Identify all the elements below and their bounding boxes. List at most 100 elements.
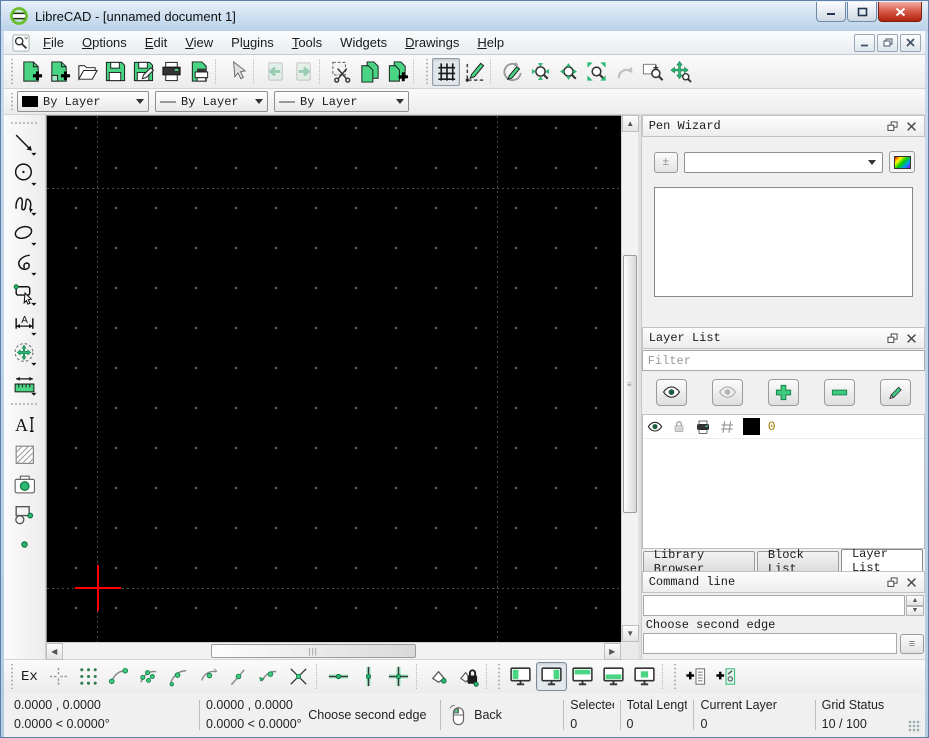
print-preview-button[interactable] (185, 58, 213, 86)
document-system-icon[interactable] (12, 34, 30, 52)
move-rotate-tool-button[interactable] (8, 338, 40, 368)
cut-button[interactable] (327, 58, 355, 86)
pen-wizard-color-button[interactable] (889, 151, 915, 173)
pen-wizard-titlebar[interactable]: Pen Wizard (642, 115, 925, 137)
layer-color-swatch[interactable] (743, 418, 760, 435)
menu-options[interactable]: Options (73, 32, 136, 53)
scroll-down-button[interactable]: ▼ (622, 625, 639, 642)
line-tool-button[interactable] (8, 128, 40, 158)
pen-wizard-combobox[interactable] (684, 152, 883, 173)
dock-bottom-button[interactable] (598, 662, 629, 691)
menu-help[interactable]: Help (468, 32, 513, 53)
layer-construction-icon[interactable] (719, 419, 735, 435)
mdi-minimize-button[interactable] (854, 34, 875, 52)
pen-wizard-expand-button[interactable]: ± (654, 152, 678, 173)
menu-drawings[interactable]: Drawings (396, 32, 468, 53)
point-tool-button[interactable] (8, 529, 40, 559)
menu-widgets[interactable]: Widgets (331, 32, 396, 53)
toolbar-handle[interactable] (423, 59, 430, 84)
tab-library-browser[interactable]: Library Browser (643, 551, 755, 571)
toolbar-handle[interactable] (672, 664, 679, 689)
show-all-layers-button[interactable] (656, 379, 687, 406)
close-button[interactable] (878, 2, 922, 22)
modify-tool-button[interactable] (8, 278, 40, 308)
scroll-left-button[interactable]: ◀ (46, 643, 63, 660)
redo-button[interactable] (289, 58, 317, 86)
close-panel-icon[interactable] (905, 120, 918, 133)
vertical-scroll-thumb[interactable]: ≡ (623, 255, 637, 513)
menu-file[interactable]: File (34, 32, 73, 53)
snap-center-button[interactable] (194, 663, 224, 691)
create-menu-button[interactable] (681, 663, 711, 691)
previous-view-button[interactable] (610, 58, 638, 86)
draft-ortho-button[interactable] (460, 58, 488, 86)
layer-print-icon[interactable] (695, 419, 711, 435)
ellipse-tool-button[interactable] (8, 218, 40, 248)
auto-zoom-button[interactable] (582, 58, 610, 86)
drawing-canvas[interactable] (46, 115, 621, 642)
polyline-tool-button[interactable] (8, 248, 40, 278)
menu-plugins[interactable]: Plugins (222, 32, 283, 53)
toolbar-handle[interactable] (8, 93, 15, 110)
create-toolbar-button[interactable] (711, 663, 741, 691)
restrict-vertical-button[interactable] (354, 663, 384, 691)
undo-button[interactable] (261, 58, 289, 86)
open-file-button[interactable] (73, 58, 101, 86)
new-document-button[interactable] (17, 58, 45, 86)
zoom-out-button[interactable] (554, 58, 582, 86)
paste-button[interactable] (383, 58, 411, 86)
zoom-window-button[interactable] (638, 58, 666, 86)
toolbar-handle[interactable] (8, 59, 15, 84)
spline-tool-button[interactable] (8, 188, 40, 218)
restrict-horizontal-button[interactable] (324, 663, 354, 691)
mdi-close-button[interactable] (900, 34, 921, 52)
toolbar-handle[interactable] (11, 400, 37, 407)
dock-right-button[interactable] (536, 662, 567, 691)
layer-name[interactable]: 0 (768, 419, 776, 434)
spin-down-button[interactable]: ▼ (906, 606, 924, 617)
hide-all-layers-button[interactable] (712, 379, 743, 406)
mdi-restore-button[interactable] (877, 34, 898, 52)
layer-filter-input[interactable] (642, 350, 925, 371)
spin-up-button[interactable]: ▲ (906, 595, 924, 606)
circle-tool-button[interactable] (8, 158, 40, 188)
snap-endpoint-button[interactable] (104, 663, 134, 691)
snap-grid-button[interactable] (74, 663, 104, 691)
dock-left-button[interactable] (505, 662, 536, 691)
tab-block-list[interactable]: Block List (757, 551, 839, 571)
minimize-button[interactable] (816, 2, 846, 22)
menu-view[interactable]: View (176, 32, 222, 53)
print-button[interactable] (157, 58, 185, 86)
modify-layer-button[interactable] (880, 379, 911, 406)
float-panel-icon[interactable] (886, 332, 899, 345)
save-as-button[interactable] (129, 58, 157, 86)
lock-relative-zero-button[interactable] (454, 663, 484, 691)
snap-distance-button[interactable] (254, 663, 284, 691)
color-combobox[interactable]: By Layer (17, 91, 149, 112)
dock-top-button[interactable] (567, 662, 598, 691)
selection-pointer-button[interactable] (223, 58, 251, 86)
grid-toggle-button[interactable] (432, 58, 460, 86)
snap-free-button[interactable] (44, 663, 74, 691)
layer-table[interactable]: 0 (642, 414, 925, 549)
toolbar-handle[interactable] (496, 664, 503, 689)
copy-button[interactable] (355, 58, 383, 86)
remove-layer-button[interactable] (824, 379, 855, 406)
command-history[interactable] (643, 595, 905, 616)
measure-tool-button[interactable] (8, 368, 40, 398)
horizontal-scroll-thumb[interactable]: ||| (211, 644, 416, 658)
command-options-button[interactable]: ≡ (900, 634, 924, 654)
layer-visible-icon[interactable] (647, 419, 663, 435)
horizontal-scrollbar[interactable]: ◀ ||| ▶ (46, 642, 621, 659)
dimension-tool-button[interactable]: A (8, 308, 40, 338)
zoom-pan-button[interactable] (666, 58, 694, 86)
float-panel-icon[interactable] (886, 120, 899, 133)
command-input[interactable] (643, 633, 897, 654)
block-tool-button[interactable] (8, 499, 40, 529)
scroll-up-button[interactable]: ▲ (622, 115, 639, 132)
snap-on-entity-button[interactable] (164, 663, 194, 691)
menu-edit[interactable]: Edit (136, 32, 176, 53)
hatch-tool-button[interactable] (8, 439, 40, 469)
exclusive-snap-button[interactable]: Ex (17, 669, 44, 685)
image-tool-button[interactable] (8, 469, 40, 499)
